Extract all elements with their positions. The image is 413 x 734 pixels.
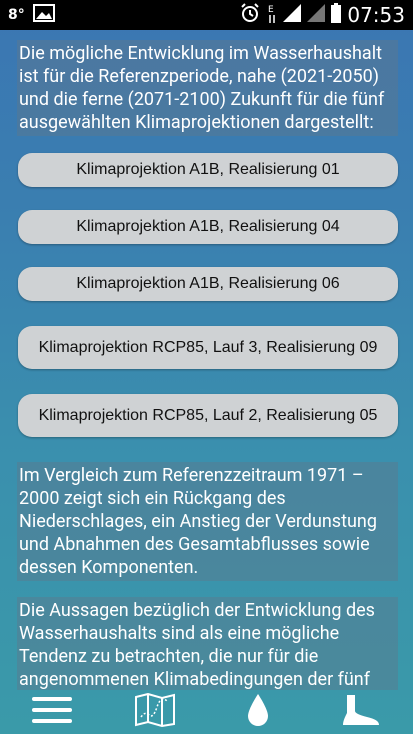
water-button[interactable] [218,690,298,734]
button-a1b-04[interactable]: Klimaprojektion A1B, Realisierung 04 [18,210,398,244]
button-rcp85-lauf3-09[interactable]: Klimaprojektion RCP85, Lauf 3, Realisier… [18,326,398,369]
boot-icon [341,693,381,731]
map-button[interactable] [115,690,195,734]
map-icon [134,692,175,731]
note-text: Die Aussagen bezüglich der Entwicklung d… [17,597,398,690]
comparison-text: Im Vergleich zum Referenzzeitraum 1971 –… [17,462,398,581]
boot-button[interactable] [321,690,401,734]
bottom-nav [0,690,413,734]
menu-icon [31,695,72,729]
button-a1b-06[interactable]: Klimaprojektion A1B, Realisierung 06 [18,267,398,301]
battery-icon [331,3,342,27]
signal-2-icon [307,4,326,26]
gallery-icon [32,4,55,26]
water-drop-icon [247,693,269,731]
signal-icon [283,4,302,26]
button-rcp85-lauf2-05[interactable]: Klimaprojektion RCP85, Lauf 2, Realisier… [18,394,398,437]
status-bar: 8° E 07:53 [0,0,413,30]
clock: 07:53 [347,3,405,27]
menu-button[interactable] [12,690,92,734]
data-edge-icon: E [267,2,277,28]
button-a1b-01[interactable]: Klimaprojektion A1B, Realisierung 01 [18,153,398,187]
content-area[interactable]: Die mögliche Entwicklung im Wasserhausha… [0,30,413,690]
svg-text:E: E [268,5,274,15]
alarm-icon [239,2,261,28]
temperature-label: 8° [8,7,25,23]
intro-text: Die mögliche Entwicklung im Wasserhausha… [17,40,398,136]
